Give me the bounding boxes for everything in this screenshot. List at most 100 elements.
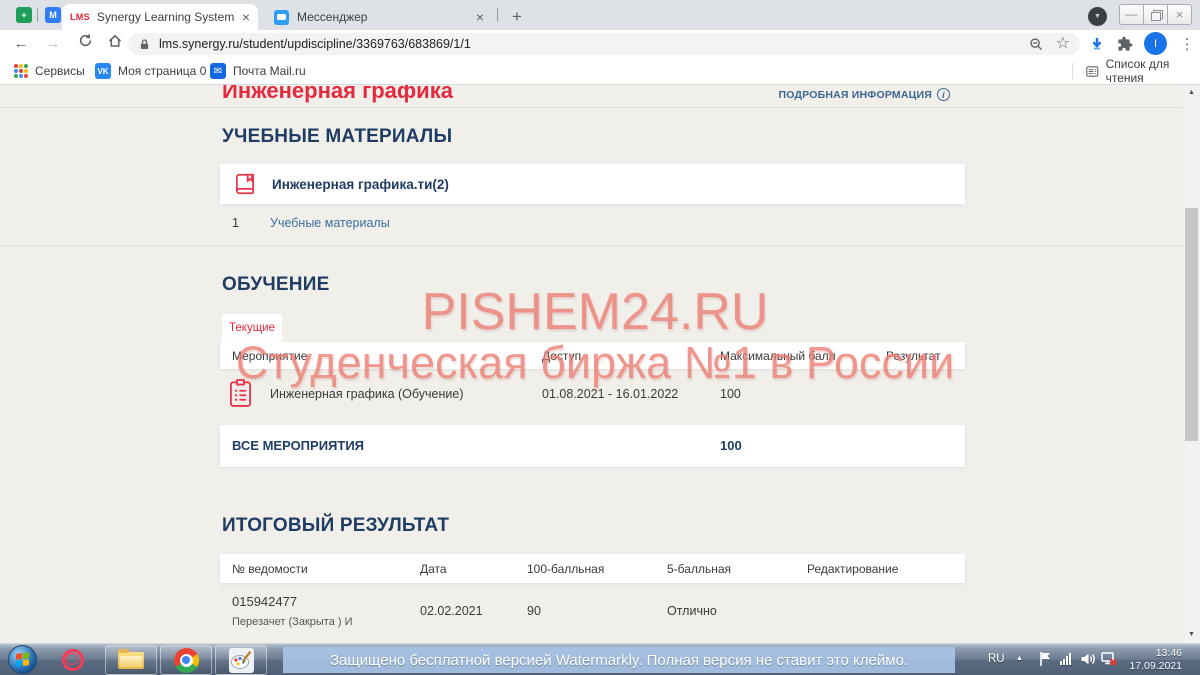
- lms-logo-icon: LMS: [70, 12, 90, 22]
- apps-grid-icon: [14, 64, 28, 78]
- training-heading: ОБУЧЕНИЕ: [222, 274, 329, 296]
- envelope-icon: ✉: [210, 63, 226, 79]
- final-result-heading: ИТОГОВЫЙ РЕЗУЛЬТАТ: [222, 515, 449, 537]
- close-tab-icon[interactable]: ×: [476, 10, 484, 24]
- bookmark-label: Почта Mail.ru: [233, 64, 306, 78]
- clock[interactable]: 13:46 17.09.2021: [1129, 647, 1182, 673]
- network-error-icon[interactable]: [1100, 651, 1118, 673]
- close-tab-icon[interactable]: ×: [242, 10, 250, 24]
- details-link[interactable]: ПОДРОБНАЯ ИНФОРМАЦИЯ i: [700, 88, 950, 101]
- tab-title: Мессенджер: [297, 10, 380, 24]
- address-bar[interactable]: lms.synergy.ru/student/updiscipline/3369…: [128, 33, 1080, 55]
- zoom-out-icon[interactable]: [1029, 37, 1044, 52]
- materials-card[interactable]: Инженерная графика.ти(2): [220, 164, 965, 204]
- event-name: Инженерная графика (Обучение): [270, 387, 464, 401]
- language-indicator[interactable]: RU: [988, 653, 1005, 665]
- volume-icon[interactable]: [1080, 651, 1097, 672]
- book-icon: [232, 171, 258, 197]
- dark-extension-icon[interactable]: ▼: [1088, 7, 1107, 26]
- info-icon: i: [937, 88, 950, 101]
- event-max-score: 100: [720, 387, 741, 401]
- scrollbar[interactable]: ▲ ▼: [1183, 85, 1200, 643]
- reading-list-icon: [1086, 65, 1099, 78]
- window-restore-button[interactable]: [1143, 4, 1168, 25]
- sheet-number: 015942477: [232, 594, 297, 609]
- reading-list-label: Список для чтения: [1106, 57, 1200, 85]
- vk-icon: VK: [95, 63, 111, 79]
- column-header: 5-балльная: [667, 562, 731, 576]
- page-content: Инженерная графика ПОДРОБНАЯ ИНФОРМАЦИЯ …: [0, 85, 1183, 643]
- pinned-tab-mail[interactable]: M: [45, 7, 61, 23]
- column-header: 100-балльная: [527, 562, 604, 576]
- extensions-puzzle-icon[interactable]: [1114, 33, 1136, 55]
- column-header: Результат: [886, 349, 941, 363]
- taskbar-opera-icon[interactable]: [62, 649, 84, 671]
- tab-synergy[interactable]: LMS Synergy Learning System ×: [62, 4, 258, 30]
- final-header-row: № ведомости Дата 100-балльная 5-балльная…: [220, 554, 965, 583]
- all-events-label: ВСЕ МЕРОПРИЯТИЯ: [232, 438, 364, 453]
- tab-divider: [37, 8, 38, 22]
- windows-logo-icon: [16, 652, 29, 666]
- url-text: lms.synergy.ru/student/updiscipline/3369…: [159, 37, 1029, 51]
- materials-card-title: Инженерная графика.ти(2): [272, 177, 449, 192]
- bookmark-services[interactable]: Сервисы: [14, 58, 85, 84]
- divider: [1072, 63, 1073, 79]
- column-header: Мероприятие: [232, 349, 307, 363]
- bookmark-label: Сервисы: [35, 64, 85, 78]
- watermark-overlay: PISHEM24.RU Студенческая биржа №1 в Росс…: [0, 285, 1183, 387]
- screen: + M LMS Synergy Learning System × Мессен…: [0, 0, 1200, 675]
- download-icon[interactable]: [1086, 33, 1108, 55]
- profile-avatar[interactable]: I: [1144, 32, 1167, 55]
- back-icon[interactable]: ←: [10, 33, 32, 55]
- taskbar-explorer-button[interactable]: [105, 645, 157, 675]
- scroll-up-icon[interactable]: ▲: [1183, 85, 1200, 101]
- bookmark-star-icon[interactable]: ☆: [1056, 37, 1070, 51]
- messenger-icon: [274, 10, 289, 25]
- window-close-button[interactable]: ×: [1167, 4, 1192, 25]
- bookmarks-bar: Сервисы VK Моя страница 0 ✉ Почта Mail.r…: [0, 58, 1200, 85]
- tab-current-events[interactable]: Текущие: [222, 314, 282, 342]
- restore-icon: [1151, 12, 1161, 21]
- column-header: Доступ: [542, 349, 581, 363]
- action-center-flag-icon[interactable]: [1038, 651, 1053, 672]
- reading-list-button[interactable]: Список для чтения: [1086, 58, 1200, 84]
- forward-icon[interactable]: →: [42, 33, 64, 55]
- tab-messenger[interactable]: Мессенджер ×: [266, 4, 492, 30]
- show-hidden-icons[interactable]: ▲: [1016, 655, 1023, 662]
- all-events-total: 100: [720, 438, 742, 453]
- scroll-down-icon[interactable]: ▼: [1183, 627, 1200, 643]
- taskbar-chrome-button[interactable]: [160, 645, 212, 675]
- clipboard-icon: [227, 377, 254, 409]
- clock-time: 13:46: [1129, 647, 1182, 660]
- home-icon[interactable]: [104, 33, 126, 55]
- window-minimize-button[interactable]: —: [1119, 4, 1144, 25]
- result-date: 02.02.2021: [420, 604, 483, 618]
- tab-title: Synergy Learning System: [97, 10, 236, 24]
- pinned-tab-sheets[interactable]: +: [16, 7, 32, 23]
- column-header: Максимальный балл: [720, 349, 836, 363]
- browser-menu-icon[interactable]: ⋮: [1176, 33, 1198, 55]
- materials-row-link[interactable]: Учебные материалы: [270, 216, 390, 230]
- taskbar-paint-button[interactable]: [215, 645, 267, 675]
- all-events-card: ВСЕ МЕРОПРИЯТИЯ 100: [220, 425, 965, 467]
- lock-icon: [138, 38, 151, 51]
- new-tab-button[interactable]: +: [505, 5, 529, 29]
- bookmark-vk[interactable]: VK Моя страница 0: [95, 58, 206, 84]
- divider: [0, 107, 1183, 108]
- training-row[interactable]: Инженерная графика (Обучение) 01.08.2021…: [220, 373, 965, 421]
- materials-row-number: 1: [232, 216, 239, 230]
- divider: [0, 245, 1183, 246]
- mail-glyph-icon: M: [49, 10, 57, 20]
- scrollbar-thumb[interactable]: [1185, 208, 1198, 441]
- reload-icon[interactable]: [74, 33, 96, 55]
- start-button[interactable]: [8, 645, 37, 674]
- network-signal-icon[interactable]: [1060, 653, 1071, 665]
- details-link-label: ПОДРОБНАЯ ИНФОРМАЦИЯ: [779, 89, 932, 101]
- event-access-dates: 01.08.2021 - 16.01.2022: [542, 387, 678, 401]
- column-header: № ведомости: [232, 562, 308, 576]
- clock-date: 17.09.2021: [1129, 660, 1182, 673]
- bookmark-label: Моя страница 0: [118, 64, 206, 78]
- taskbar-watermark: Защищено бесплатной версией Watermarkly.…: [283, 647, 955, 673]
- bookmark-mail[interactable]: ✉ Почта Mail.ru: [210, 58, 306, 84]
- taskbar: Защищено бесплатной версией Watermarkly.…: [0, 643, 1200, 675]
